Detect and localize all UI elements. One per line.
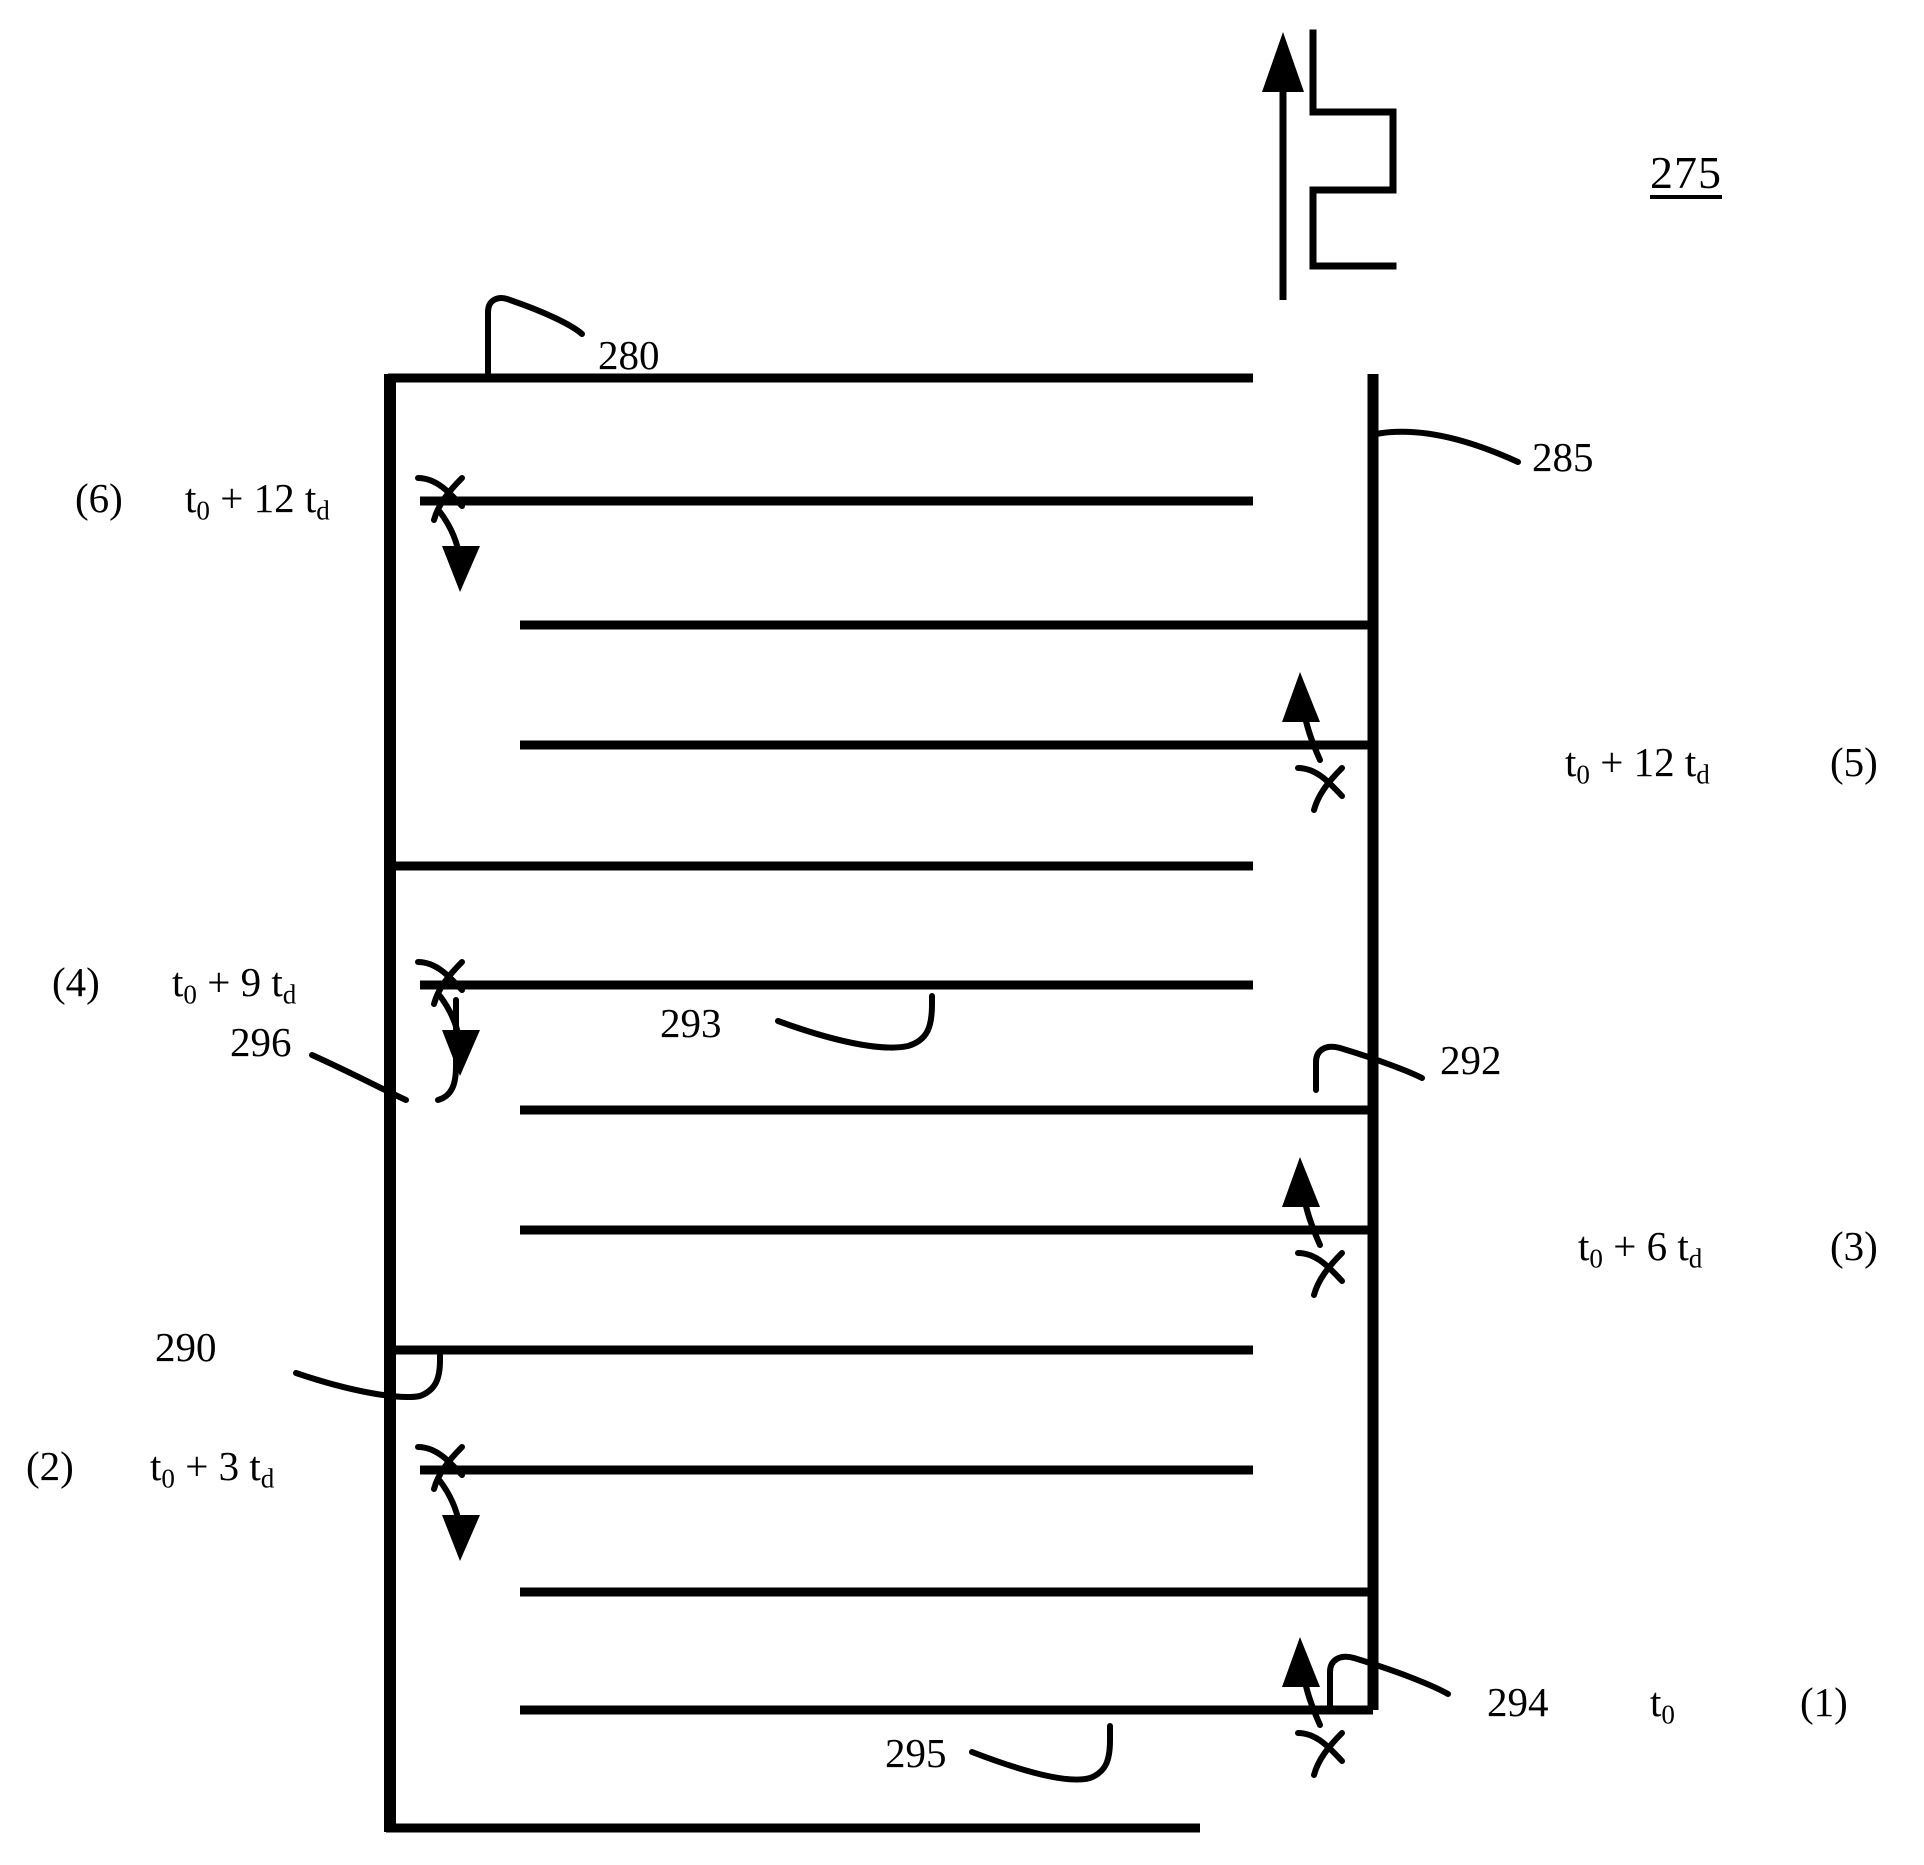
crossover-arrowhead-3 bbox=[1282, 1157, 1320, 1207]
patent-figure-drawing bbox=[293, 29, 1521, 1833]
time-sub-zero: 0 bbox=[1589, 1243, 1603, 1274]
time-unit-char: t bbox=[271, 959, 283, 1005]
time-label-4: t0 + 9 td bbox=[172, 962, 296, 1009]
time-sub-zero: 0 bbox=[196, 495, 210, 526]
time-sub-zero: 0 bbox=[183, 979, 197, 1010]
time-sub-zero: 0 bbox=[1661, 1699, 1675, 1730]
ref-numeral-292: 292 bbox=[1440, 1037, 1502, 1083]
leader-285 bbox=[1373, 428, 1521, 465]
index-label-5: (5) bbox=[1830, 739, 1878, 785]
leader-294 bbox=[1327, 1653, 1451, 1713]
time-sub-zero: 0 bbox=[1576, 759, 1590, 790]
time-plus: + bbox=[207, 959, 231, 1005]
time-t-char: t bbox=[1565, 739, 1577, 785]
time-label-6: t0 + 12 td bbox=[185, 478, 330, 525]
index-label-4: (4) bbox=[52, 959, 100, 1005]
scan-lines-group bbox=[386, 373, 1373, 1833]
ref-numeral-290: 290 bbox=[155, 1324, 217, 1370]
time-unit-char: t bbox=[1684, 739, 1697, 785]
time-plus: + bbox=[220, 475, 244, 521]
ref-numeral-280: 280 bbox=[598, 332, 660, 378]
index-label-6: (6) bbox=[75, 475, 123, 521]
time-sub-zero: 0 bbox=[161, 1463, 175, 1494]
figure-page: 275 280 285 (6) t0 + 12 td t0 + 12 td (5… bbox=[0, 0, 1924, 1865]
stepped-serpentine-path bbox=[1309, 29, 1397, 270]
time-t-char: t bbox=[1578, 1223, 1590, 1269]
crossover-arrowhead-5 bbox=[1282, 672, 1320, 722]
time-unit-char: t bbox=[249, 1443, 261, 1489]
time-sub-d: d bbox=[260, 1463, 275, 1494]
time-coeff: 3 bbox=[218, 1443, 240, 1489]
time-sub-d: d bbox=[1688, 1243, 1703, 1274]
leader-295 bbox=[969, 1723, 1113, 1783]
time-label-1: t0 bbox=[1650, 1682, 1675, 1729]
time-coeff: 12 bbox=[253, 475, 295, 521]
ref-numeral-296: 296 bbox=[230, 1019, 292, 1065]
frame-bars bbox=[384, 374, 1379, 1832]
crossover-arrowhead-4 bbox=[442, 1030, 480, 1076]
leader-293 bbox=[775, 993, 935, 1051]
crossover-arrowhead-6 bbox=[442, 546, 480, 592]
time-plus: + bbox=[1600, 739, 1624, 785]
time-sub-d: d bbox=[316, 495, 330, 526]
leader-280 bbox=[485, 295, 585, 381]
time-t-char: t bbox=[185, 475, 197, 521]
exit-arrow-head bbox=[1262, 32, 1304, 92]
ref-numeral-295: 295 bbox=[885, 1730, 947, 1776]
time-t-char: t bbox=[172, 959, 184, 1005]
leader-290 bbox=[293, 1349, 443, 1401]
crossover-arrowhead-2 bbox=[442, 1515, 480, 1561]
crossover-marker-3 bbox=[1295, 1192, 1345, 1298]
time-label-5: t0 + 12 td bbox=[1565, 742, 1710, 789]
time-t-char: t bbox=[150, 1443, 162, 1489]
figure-number: 275 bbox=[1650, 147, 1722, 198]
time-t-char: t bbox=[1650, 1679, 1662, 1725]
time-label-2: t0 + 3 td bbox=[150, 1446, 274, 1493]
index-label-2: (2) bbox=[26, 1443, 74, 1489]
time-sub-d: d bbox=[1696, 759, 1710, 790]
ref-numeral-285: 285 bbox=[1532, 434, 1594, 480]
ref-numeral-293: 293 bbox=[660, 1000, 722, 1046]
crossover-arrowhead-1 bbox=[1282, 1637, 1320, 1687]
index-label-1: (1) bbox=[1800, 1679, 1848, 1725]
ref-numeral-294: 294 bbox=[1487, 1679, 1549, 1725]
index-label-3: (3) bbox=[1830, 1223, 1878, 1269]
time-unit-char: t bbox=[1677, 1223, 1689, 1269]
time-coeff: 6 bbox=[1646, 1223, 1668, 1269]
time-plus: + bbox=[185, 1443, 209, 1489]
time-plus: + bbox=[1613, 1223, 1637, 1269]
time-coeff: 12 bbox=[1633, 739, 1675, 785]
time-unit-char: t bbox=[304, 475, 317, 521]
time-label-3: t0 + 6 td bbox=[1578, 1226, 1702, 1273]
time-coeff: 9 bbox=[240, 959, 262, 1005]
time-sub-d: d bbox=[282, 979, 297, 1010]
crossover-marker-5 bbox=[1295, 707, 1345, 813]
crossover-marker-1 bbox=[1295, 1672, 1345, 1778]
